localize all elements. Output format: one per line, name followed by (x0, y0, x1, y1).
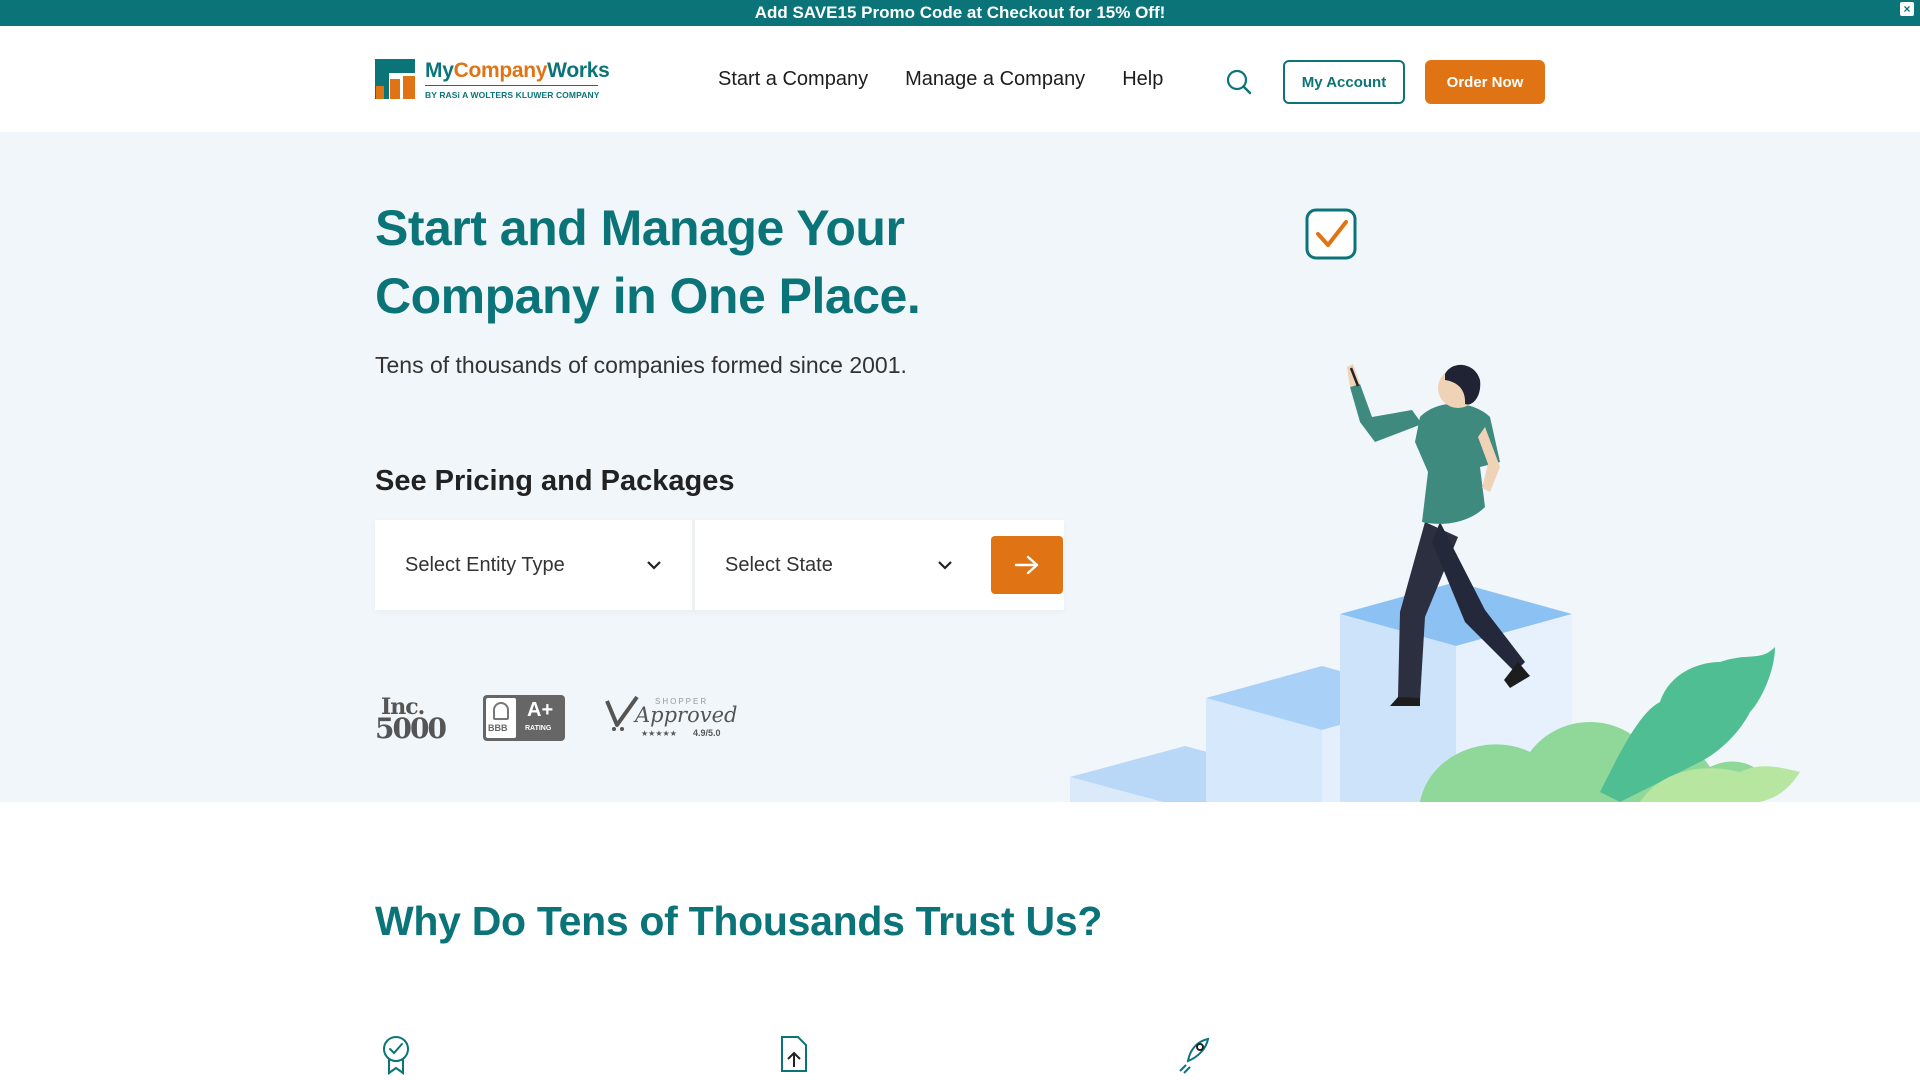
arrow-right-icon (1014, 555, 1039, 575)
hero-section: Start and Manage Your Company in One Pla… (0, 132, 1920, 802)
shopper-approved-badge: SHOPPER Approved ★★★★★ 4.9/5.0 (605, 695, 737, 741)
main-nav: Start a Company Manage a Company Help (718, 68, 1163, 91)
site-header: MyCompanyWorks BY RASi A WOLTERS KLUWER … (0, 26, 1920, 132)
rocket-icon (1179, 1037, 1210, 1074)
nav-help[interactable]: Help (1122, 68, 1163, 91)
nav-start-company[interactable]: Start a Company (718, 68, 868, 91)
go-button[interactable] (991, 536, 1063, 594)
pricing-selector: Select Entity Type Select State (375, 520, 1064, 610)
search-icon[interactable] (1225, 68, 1253, 96)
award-icon (383, 1036, 409, 1075)
promo-text: Add SAVE15 Promo Code at Checkout for 15… (754, 3, 1166, 22)
close-icon[interactable]: × (1900, 2, 1914, 16)
logo-name: MyCompanyWorks (425, 59, 610, 82)
hero-title: Start and Manage Your Company in One Pla… (375, 200, 921, 324)
inc5000-badge: Inc. 5000 (375, 694, 447, 745)
entity-type-select[interactable]: Select Entity Type (375, 520, 695, 610)
hero-illustration (1070, 208, 1800, 802)
bbb-rating-badge: BBB A+ RATING (483, 695, 565, 741)
state-value: Select State (725, 553, 833, 576)
nav-manage-company[interactable]: Manage a Company (905, 68, 1085, 91)
promo-banner: Add SAVE15 Promo Code at Checkout for 15… (0, 0, 1920, 26)
trust-badges: Inc. 5000 BBB A+ RATING SHOPPER Approved… (375, 694, 737, 745)
trust-heading: Why Do Tens of Thousands Trust Us? (375, 898, 1103, 944)
state-select[interactable]: Select State (695, 520, 983, 610)
my-account-button[interactable]: My Account (1283, 60, 1405, 104)
file-upload-icon (781, 1036, 807, 1072)
order-now-button[interactable]: Order Now (1425, 60, 1545, 104)
chevron-down-icon (647, 561, 661, 570)
logo[interactable]: MyCompanyWorks BY RASi A WOLTERS KLUWER … (375, 59, 610, 100)
chevron-down-icon (938, 561, 952, 570)
hero-subtitle: Tens of thousands of companies formed si… (375, 352, 907, 378)
logo-subtitle: BY RASi A WOLTERS KLUWER COMPANY (425, 90, 600, 100)
pricing-heading: See Pricing and Packages (375, 465, 735, 497)
logo-icon (375, 59, 415, 99)
entity-type-value: Select Entity Type (405, 553, 565, 576)
